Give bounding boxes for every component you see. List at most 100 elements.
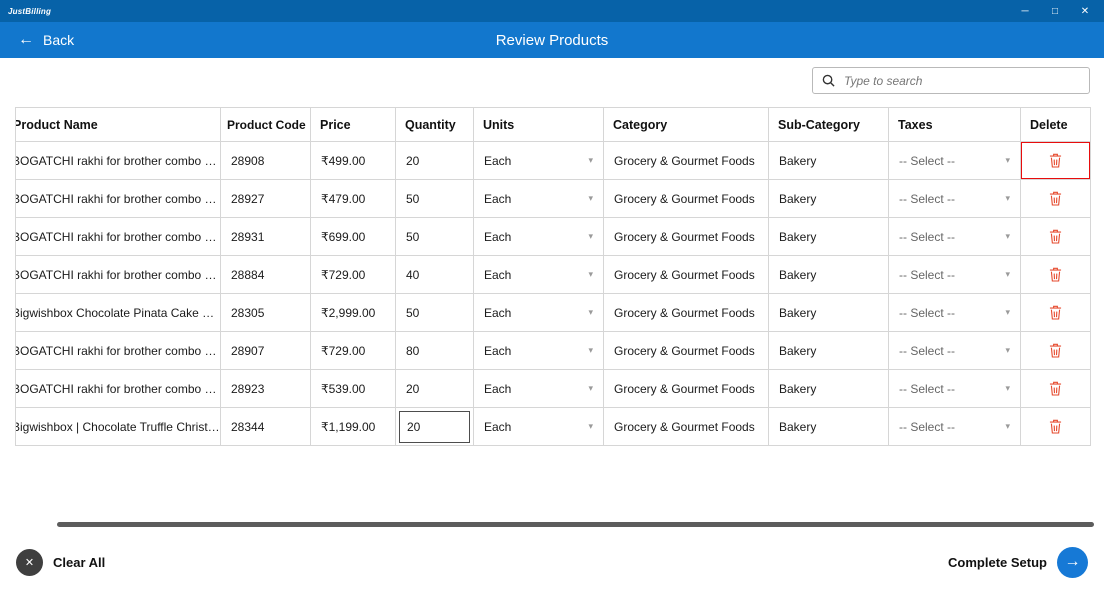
back-arrow-icon: ← — [18, 31, 34, 49]
table-row: BOGATCHI rakhi for brother combo wi... 2… — [16, 256, 1091, 294]
price-cell: ₹1,199.00 — [311, 408, 396, 446]
chevron-down-icon: ▾ — [1005, 383, 1010, 394]
trash-icon — [1049, 305, 1062, 320]
category-cell: Grocery & Gourmet Foods — [604, 218, 769, 256]
subcategory-cell: Bakery — [769, 180, 889, 218]
taxes-dropdown[interactable]: -- Select -- ▾ — [889, 142, 1021, 180]
quantity-cell[interactable]: 50 — [396, 294, 474, 332]
quantity-cell[interactable]: 40 — [396, 256, 474, 294]
minimize-button[interactable]: ─ — [1010, 0, 1040, 22]
footer-bar: ✕ Clear All Complete Setup → — [0, 543, 1104, 581]
delete-button[interactable] — [1021, 294, 1091, 332]
complete-setup-button[interactable]: Complete Setup → — [948, 547, 1088, 578]
units-dropdown[interactable]: Each ▾ — [474, 256, 604, 294]
subcategory-cell: Bakery — [769, 142, 889, 180]
delete-button[interactable] — [1021, 180, 1091, 218]
column-header-quantity: Quantity — [396, 108, 474, 142]
product-name-cell: BOGATCHI rakhi for brother combo wi... — [16, 180, 221, 218]
units-dropdown[interactable]: Each ▾ — [474, 294, 604, 332]
chevron-down-icon: ▾ — [1005, 155, 1010, 166]
chevron-down-icon: ▾ — [588, 193, 593, 204]
close-button[interactable]: ✕ — [1070, 0, 1100, 22]
taxes-dropdown[interactable]: -- Select -- ▾ — [889, 332, 1021, 370]
units-dropdown[interactable]: Each ▾ — [474, 180, 604, 218]
table-header-row: Product Name Product Code Price Quantity… — [16, 108, 1091, 142]
product-name-cell: BOGATCHI rakhi for brother combo wi... — [16, 370, 221, 408]
product-code-cell: 28908 — [221, 142, 311, 180]
horizontal-scrollbar[interactable] — [57, 522, 1094, 527]
quantity-cell[interactable]: 20 — [396, 142, 474, 180]
search-input[interactable] — [844, 74, 1080, 88]
back-button[interactable]: ← Back — [18, 31, 74, 49]
delete-button[interactable] — [1021, 142, 1091, 180]
quantity-cell[interactable]: 80 — [396, 332, 474, 370]
taxes-dropdown[interactable]: -- Select -- ▾ — [889, 408, 1021, 446]
product-name-cell: BOGATCHI rakhi for brother combo wi... — [16, 332, 221, 370]
chevron-down-icon: ▾ — [588, 345, 593, 356]
maximize-button[interactable]: □ — [1040, 0, 1070, 22]
taxes-dropdown[interactable]: -- Select -- ▾ — [889, 218, 1021, 256]
column-header-taxes: Taxes — [889, 108, 1021, 142]
product-code-cell: 28305 — [221, 294, 311, 332]
quantity-cell[interactable]: 20 — [396, 370, 474, 408]
units-dropdown[interactable]: Each ▾ — [474, 218, 604, 256]
trash-icon — [1049, 343, 1062, 358]
column-header-units: Units — [474, 108, 604, 142]
units-dropdown[interactable]: Each ▾ — [474, 370, 604, 408]
quantity-cell[interactable]: 50 — [396, 180, 474, 218]
column-header-category: Category — [604, 108, 769, 142]
product-code-cell: 28931 — [221, 218, 311, 256]
units-dropdown[interactable]: Each ▾ — [474, 408, 604, 446]
page-title: Review Products — [0, 32, 1104, 49]
delete-button[interactable] — [1021, 256, 1091, 294]
subcategory-cell: Bakery — [769, 256, 889, 294]
product-name-cell: BOGATCHI rakhi for brother combo wi... — [16, 218, 221, 256]
price-cell: ₹729.00 — [311, 256, 396, 294]
category-cell: Grocery & Gourmet Foods — [604, 294, 769, 332]
units-dropdown[interactable]: Each ▾ — [474, 332, 604, 370]
trash-icon — [1049, 267, 1062, 282]
column-header-sub-category: Sub-Category — [769, 108, 889, 142]
product-name-cell: BOGATCHI rakhi for brother combo wi... — [16, 256, 221, 294]
chevron-down-icon: ▾ — [1005, 269, 1010, 280]
category-cell: Grocery & Gourmet Foods — [604, 408, 769, 446]
product-code-cell: 28884 — [221, 256, 311, 294]
category-cell: Grocery & Gourmet Foods — [604, 256, 769, 294]
column-header-price: Price — [311, 108, 396, 142]
table-row: BOGATCHI rakhi for brother combo wi... 2… — [16, 218, 1091, 256]
price-cell: ₹499.00 — [311, 142, 396, 180]
chevron-down-icon: ▾ — [588, 383, 593, 394]
quantity-cell[interactable]: 20 — [396, 408, 474, 446]
clear-all-label: Clear All — [53, 555, 105, 570]
chevron-down-icon: ▾ — [588, 421, 593, 432]
forward-arrow-icon: → — [1057, 547, 1088, 578]
price-cell: ₹699.00 — [311, 218, 396, 256]
chevron-down-icon: ▾ — [1005, 193, 1010, 204]
price-cell: ₹729.00 — [311, 332, 396, 370]
chevron-down-icon: ▾ — [1005, 231, 1010, 242]
product-name-cell: Bigwishbox | Chocolate Truffle Christm..… — [16, 408, 221, 446]
window-controls: ─ □ ✕ — [1010, 0, 1100, 22]
subcategory-cell: Bakery — [769, 408, 889, 446]
product-code-cell: 28344 — [221, 408, 311, 446]
delete-button[interactable] — [1021, 332, 1091, 370]
search-box[interactable] — [812, 67, 1090, 94]
complete-setup-label: Complete Setup — [948, 555, 1047, 570]
taxes-dropdown[interactable]: -- Select -- ▾ — [889, 370, 1021, 408]
delete-button[interactable] — [1021, 218, 1091, 256]
table-row: Bigwishbox | Chocolate Truffle Christm..… — [16, 408, 1091, 446]
category-cell: Grocery & Gourmet Foods — [604, 142, 769, 180]
price-cell: ₹479.00 — [311, 180, 396, 218]
delete-button[interactable] — [1021, 408, 1091, 446]
delete-button[interactable] — [1021, 370, 1091, 408]
column-header-product-name: Product Name — [16, 108, 221, 142]
column-header-product-code: Product Code — [221, 108, 311, 142]
column-header-delete: Delete — [1021, 108, 1091, 142]
taxes-dropdown[interactable]: -- Select -- ▾ — [889, 294, 1021, 332]
quantity-cell[interactable]: 50 — [396, 218, 474, 256]
taxes-dropdown[interactable]: -- Select -- ▾ — [889, 256, 1021, 294]
clear-all-button[interactable]: ✕ Clear All — [16, 549, 105, 576]
chevron-down-icon: ▾ — [1005, 307, 1010, 318]
units-dropdown[interactable]: Each ▾ — [474, 142, 604, 180]
taxes-dropdown[interactable]: -- Select -- ▾ — [889, 180, 1021, 218]
